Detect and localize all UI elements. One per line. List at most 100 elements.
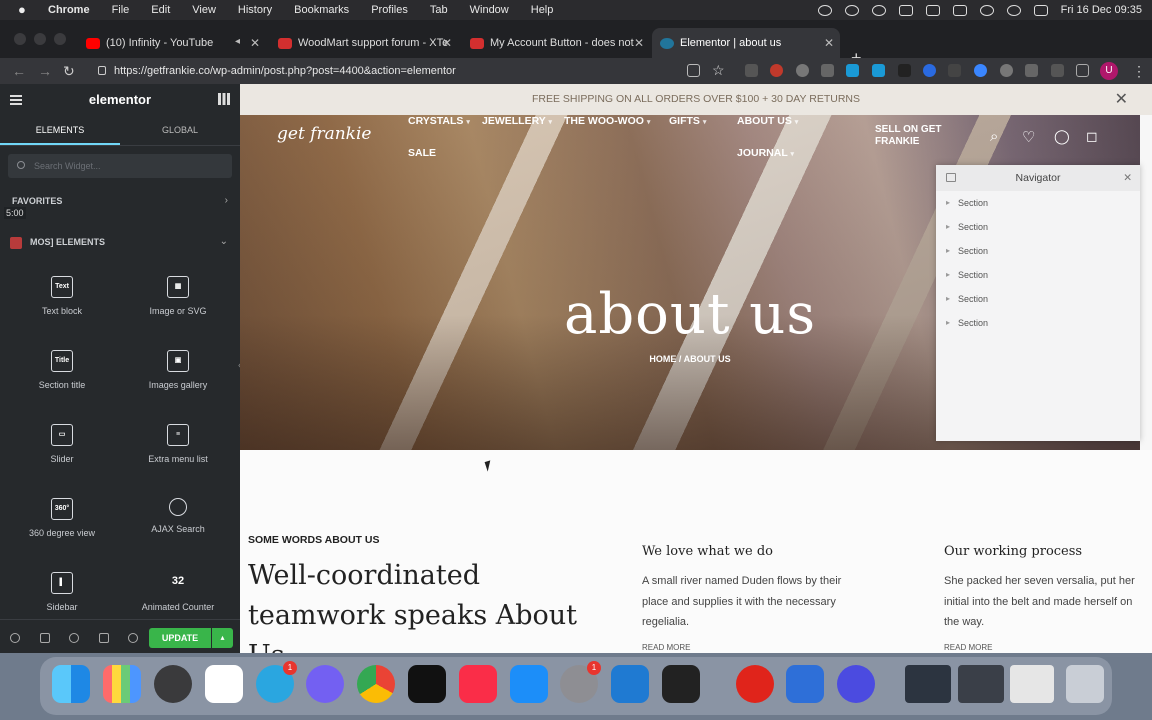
update-button[interactable]: UPDATE (149, 628, 211, 648)
read-more-link[interactable]: READ MORE (642, 643, 842, 652)
chevron-right-icon[interactable]: › (225, 195, 228, 206)
menu-tab[interactable]: Tab (430, 4, 448, 16)
extension-icon[interactable] (898, 64, 911, 77)
nav-jewellery[interactable]: JEWELLERY ▾ (482, 115, 552, 127)
vscode-icon[interactable] (611, 665, 649, 703)
forward-icon[interactable]: → (38, 63, 52, 79)
history-icon[interactable] (69, 633, 79, 643)
terminal-app-icon[interactable] (662, 665, 700, 703)
extension-icon[interactable] (872, 64, 885, 77)
tab-youtube[interactable]: (10) Infinity - YouTube ◂ ✕ (78, 28, 266, 58)
adblock-icon[interactable] (770, 64, 783, 77)
menu-window[interactable]: Window (470, 4, 509, 16)
chrome-icon[interactable] (357, 665, 395, 703)
settings-icon[interactable] (10, 633, 20, 643)
navigator-row[interactable]: Section (936, 311, 1140, 335)
lock-icon[interactable] (98, 66, 106, 75)
music-icon[interactable] (459, 665, 497, 703)
window-thumbnail[interactable] (905, 665, 951, 703)
close-icon[interactable]: ✕ (1115, 84, 1128, 115)
tab-elementor-about-us[interactable]: Elementor | about us ✕ (652, 28, 840, 58)
nav-about-us[interactable]: ABOUT US ▾ (737, 115, 798, 127)
tab-woodmart-forum[interactable]: WoodMart support forum - XTe ✕ (270, 28, 458, 58)
menu-bookmarks[interactable]: Bookmarks (294, 4, 349, 16)
battery-icon[interactable] (925, 4, 940, 16)
record-icon[interactable] (10, 237, 22, 249)
menu-file[interactable]: File (112, 4, 130, 16)
menu-app-name[interactable]: Chrome (48, 4, 90, 16)
slack-icon[interactable] (205, 665, 243, 703)
widget-360-degree-view[interactable]: 360° 360 degree view (12, 498, 112, 568)
apple-tv-icon[interactable] (408, 665, 446, 703)
aperture-app-icon[interactable] (154, 665, 192, 703)
menu-history[interactable]: History (238, 4, 272, 16)
wifi-icon[interactable] (979, 4, 994, 16)
tab-global[interactable]: GLOBAL (120, 116, 240, 145)
close-icon[interactable]: ✕ (824, 36, 834, 50)
navigator-row[interactable]: Section (936, 215, 1140, 239)
responsive-icon[interactable] (99, 633, 109, 643)
trash-icon[interactable] (1066, 665, 1104, 703)
github-icon[interactable] (844, 4, 859, 16)
chevron-up-icon[interactable]: ▴ (212, 628, 233, 648)
nav-journal[interactable]: JOURNAL ▾ (737, 147, 794, 159)
nav-the-woo-woo[interactable]: THE WOO-WOO ▾ (564, 115, 650, 127)
extension-icon[interactable] (1000, 64, 1013, 77)
nav-crystals[interactable]: CRYSTALS ▾ (408, 115, 470, 127)
heart-icon[interactable]: ♡ (1022, 128, 1038, 146)
navigator-header[interactable]: Navigator ✕ (936, 165, 1140, 191)
puzzle-icon[interactable] (1025, 64, 1038, 77)
back-icon[interactable]: ← (12, 63, 26, 79)
bookmark-star-icon[interactable]: ☆ (712, 62, 725, 79)
chevron-down-icon[interactable]: ⌄ (220, 236, 228, 247)
nav-sale[interactable]: SALE (408, 147, 436, 159)
widget-extra-menu-list[interactable]: ≡ Extra menu list (128, 424, 228, 494)
site-logo[interactable]: get frankie (277, 124, 371, 144)
viber-icon[interactable] (306, 665, 344, 703)
search-widget-input[interactable]: Search Widget... (8, 154, 232, 178)
minimize-window-button[interactable] (34, 33, 46, 45)
widget-section-title[interactable]: Title Section title (12, 350, 112, 420)
facebook-icon[interactable] (871, 4, 886, 16)
flower-app-icon[interactable] (837, 665, 875, 703)
read-more-link[interactable]: READ MORE (944, 643, 1144, 652)
collapse-all-icon[interactable] (946, 173, 956, 182)
tab-my-account[interactable]: My Account Button - does not ✕ (462, 28, 650, 58)
url-field[interactable]: https://getfrankie.co/wp-admin/post.php?… (98, 62, 698, 80)
user-icon[interactable]: ◯ (1054, 128, 1070, 144)
reading-list-icon[interactable] (1051, 64, 1064, 77)
kebab-menu-icon[interactable]: ⋮ (1132, 63, 1146, 80)
widget-images-gallery[interactable]: ▣ Images gallery (128, 350, 228, 420)
control-center-icon[interactable] (1033, 4, 1048, 16)
extension-icon[interactable] (923, 64, 936, 77)
extension-icon[interactable] (821, 64, 834, 77)
menu-help[interactable]: Help (531, 4, 554, 16)
close-icon[interactable]: ✕ (634, 36, 644, 50)
navigator-row[interactable]: Section (936, 287, 1140, 311)
cart-icon[interactable]: ◻ (1086, 128, 1102, 144)
navigator-row[interactable]: Section (936, 263, 1140, 287)
lightning-app-icon[interactable] (786, 665, 824, 703)
extension-icon[interactable] (745, 64, 758, 77)
close-icon[interactable]: ✕ (250, 36, 260, 50)
gear-icon[interactable] (817, 4, 832, 16)
reload-icon[interactable]: ↻ (63, 63, 75, 80)
menu-view[interactable]: View (192, 4, 216, 16)
window-thumbnail[interactable] (958, 665, 1004, 703)
menu-edit[interactable]: Edit (151, 4, 170, 16)
tab-elements[interactable]: ELEMENTS (0, 116, 120, 145)
menu-profiles[interactable]: Profiles (371, 4, 408, 16)
elements-section-heading[interactable]: MOS] ELEMENTS (30, 237, 105, 247)
widget-image-or-svg[interactable]: ▦ Image or SVG (128, 276, 228, 346)
widget-slider[interactable]: ▭ Slider (12, 424, 112, 494)
extension-gear-icon[interactable] (796, 64, 809, 77)
share-icon[interactable] (687, 64, 700, 77)
extension-icon[interactable] (846, 64, 859, 77)
display-icon[interactable] (898, 4, 913, 16)
finder-icon[interactable] (52, 665, 90, 703)
app-store-icon[interactable] (510, 665, 548, 703)
preview-eye-icon[interactable] (128, 633, 138, 643)
nav-gifts[interactable]: GIFTS ▾ (669, 115, 706, 127)
sell-on-link[interactable]: SELL ON GET FRANKIE (875, 124, 955, 148)
apple-icon[interactable]: ● (18, 3, 34, 17)
